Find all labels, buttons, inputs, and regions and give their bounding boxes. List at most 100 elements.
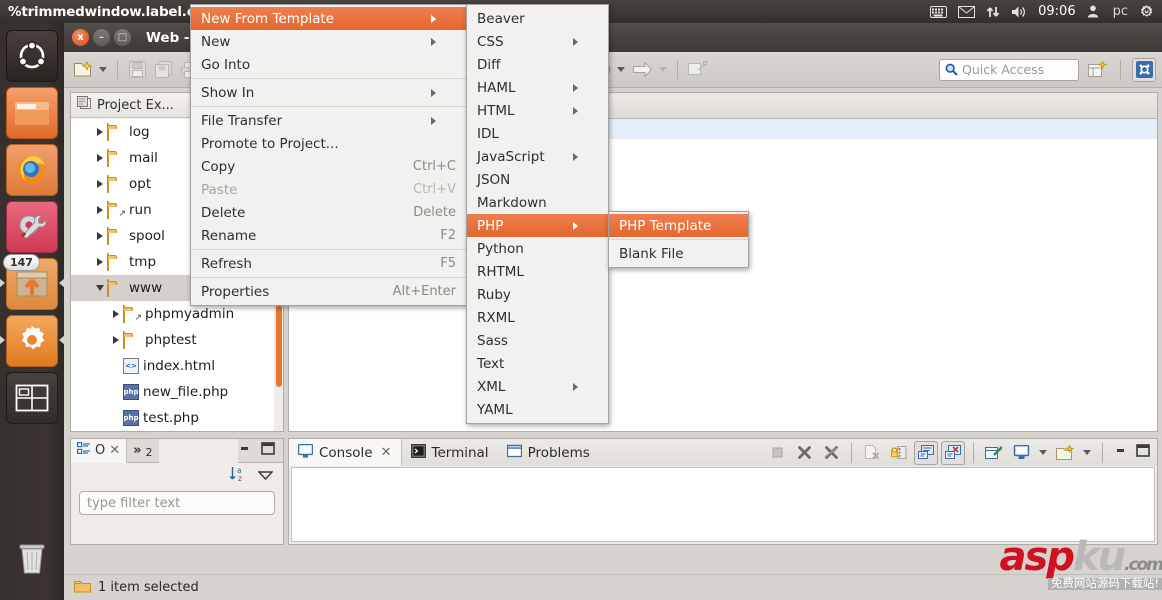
menu-item-new-from-template[interactable]: New From Template — [191, 7, 466, 30]
menu-item-javascript[interactable]: JavaScript — [467, 145, 608, 168]
window-close-button[interactable]: x — [72, 29, 89, 46]
menu-item-php-template[interactable]: PHP Template — [609, 214, 748, 237]
launcher-item-ubuntu-dash[interactable] — [6, 30, 58, 82]
menu-item-show-in[interactable]: Show In — [191, 81, 466, 104]
launcher-item-workspace-switcher[interactable] — [6, 372, 58, 424]
keyboard-indicator-icon[interactable] — [930, 5, 948, 18]
tab-terminal[interactable]: Terminal — [402, 439, 498, 466]
tree-item-new-file-php[interactable]: php new_file.php — [71, 379, 283, 405]
open-console-icon[interactable] — [1053, 441, 1077, 465]
remove-all-terminated-icon[interactable] — [819, 441, 843, 465]
session-power-gear-icon[interactable] — [1139, 4, 1154, 19]
menu-item-rxml[interactable]: RXML — [467, 306, 608, 329]
user-indicator-icon[interactable] — [1087, 5, 1099, 18]
launcher-item-software-updater[interactable]: 147 — [0, 254, 65, 310]
menu-item-promote-to-project[interactable]: Promote to Project... — [191, 132, 466, 155]
launcher-item-files[interactable] — [6, 87, 58, 139]
launcher-item-settings[interactable] — [0, 315, 65, 367]
tree-item-index-html[interactable]: <> index.html — [71, 353, 283, 379]
menu-item-copy[interactable]: Copy Ctrl+C — [191, 155, 466, 178]
global-menu-title[interactable]: %trimmedwindow.label.e — [0, 4, 196, 20]
menu-item-file-transfer[interactable]: File Transfer — [191, 109, 466, 132]
clear-icon[interactable] — [860, 441, 884, 465]
maximize-icon[interactable] — [261, 442, 275, 459]
launcher-item-trash[interactable] — [6, 533, 58, 585]
view-menu-icon[interactable] — [257, 469, 274, 484]
menu-item-markdown[interactable]: Markdown — [467, 191, 608, 214]
menu-item-go-into[interactable]: Go Into — [191, 53, 466, 76]
menu-item-json[interactable]: JSON — [467, 168, 608, 191]
display-selected-console-icon[interactable] — [1009, 441, 1033, 465]
menu-item-text[interactable]: Text — [467, 352, 608, 375]
external-tools-button[interactable] — [685, 58, 709, 82]
menu-item-css[interactable]: CSS — [467, 30, 608, 53]
tree-expand-arrow-icon[interactable] — [93, 154, 107, 162]
launcher-item-system-tools[interactable] — [6, 201, 58, 253]
menu-item-diff[interactable]: Diff — [467, 53, 608, 76]
new-console-view-icon[interactable] — [982, 441, 1006, 465]
messaging-indicator-icon[interactable] — [958, 5, 976, 18]
sort-az-icon[interactable]: az — [229, 466, 246, 486]
menu-item-blank-file[interactable]: Blank File — [609, 242, 748, 265]
tab-outline[interactable]: O ✕ — [71, 439, 127, 463]
menu-item-yaml[interactable]: YAML — [467, 398, 608, 421]
menu-item-xml[interactable]: XML — [467, 375, 608, 398]
clock-indicator[interactable]: 09:06 — [1038, 4, 1075, 19]
console-output[interactable] — [291, 467, 1155, 542]
open-perspective-button[interactable] — [1085, 58, 1109, 82]
tab-console[interactable]: Console ✕ — [289, 439, 402, 466]
menu-item-new[interactable]: New — [191, 30, 466, 53]
close-console-icon[interactable] — [941, 440, 965, 465]
network-indicator-icon[interactable] — [986, 5, 1000, 19]
new-wizard-dropdown-icon[interactable] — [99, 67, 107, 72]
minimize-icon[interactable] — [1111, 445, 1130, 460]
new-wizard-button[interactable] — [70, 58, 94, 82]
menu-item-delete[interactable]: Delete Delete — [191, 201, 466, 224]
scroll-lock-icon[interactable] — [887, 441, 911, 465]
save-button[interactable] — [125, 58, 149, 82]
open-console-menu-icon[interactable] — [1083, 450, 1091, 455]
window-minimize-button[interactable]: – — [93, 29, 110, 46]
search-input[interactable]: Quick Access — [939, 58, 1079, 81]
menu-item-haml[interactable]: HAML — [467, 76, 608, 99]
tree-expand-arrow-icon[interactable] — [93, 128, 107, 136]
menu-item-php[interactable]: PHP — [467, 214, 608, 237]
tree-expand-arrow-icon[interactable] — [109, 336, 123, 344]
php-template-submenu[interactable]: PHP Template Blank File — [608, 211, 749, 268]
menu-item-beaver[interactable]: Beaver — [467, 7, 608, 30]
new-from-template-submenu[interactable]: Beaver CSS Diff HAML HTML IDL JavaScript JSON Ma… — [466, 4, 609, 424]
menu-item-html[interactable]: HTML — [467, 99, 608, 122]
filter-input[interactable]: type filter text — [79, 491, 275, 515]
tree-collapse-arrow-icon[interactable] — [93, 285, 107, 291]
project-tree-scrollbar-thumb[interactable] — [276, 305, 282, 387]
sound-indicator-icon[interactable] — [1011, 5, 1027, 19]
tree-expand-arrow-icon[interactable] — [93, 232, 107, 240]
menu-item-rhtml[interactable]: RHTML — [467, 260, 608, 283]
maximize-icon[interactable] — [1133, 444, 1153, 461]
menu-item-idl[interactable]: IDL — [467, 122, 608, 145]
minimize-icon[interactable] — [238, 443, 251, 458]
display-selected-console-menu-icon[interactable] — [1039, 450, 1047, 455]
tree-item-phptest[interactable]: phptest — [71, 327, 283, 353]
web-perspective-button[interactable] — [1132, 57, 1156, 82]
menu-item-ruby[interactable]: Ruby — [467, 283, 608, 306]
context-menu[interactable]: New From Template New Go Into Show In File T… — [190, 4, 467, 306]
tab-overflow[interactable]: » 2 — [126, 439, 159, 463]
tab-close-icon[interactable]: ✕ — [381, 445, 392, 460]
save-all-button[interactable] — [151, 58, 175, 82]
tree-expand-arrow-icon[interactable] — [93, 180, 107, 188]
menu-item-refresh[interactable]: Refresh F5 — [191, 252, 466, 275]
forward-history-dropdown-icon[interactable] — [659, 67, 667, 72]
tab-problems[interactable]: Problems — [498, 439, 599, 466]
menu-item-properties[interactable]: Properties Alt+Enter — [191, 280, 466, 303]
clear-console-icon[interactable] — [792, 441, 816, 465]
stop-icon[interactable] — [765, 441, 789, 465]
tree-expand-arrow-icon[interactable] — [93, 206, 107, 214]
menu-item-python[interactable]: Python — [467, 237, 608, 260]
menu-item-rename[interactable]: Rename F2 — [191, 224, 466, 247]
launcher-item-firefox[interactable] — [6, 144, 58, 196]
user-indicator-label[interactable]: pc — [1113, 4, 1128, 19]
tree-item-test-php[interactable]: php test.php — [71, 405, 283, 431]
tree-expand-arrow-icon[interactable] — [109, 310, 123, 318]
tree-expand-arrow-icon[interactable] — [93, 258, 107, 266]
